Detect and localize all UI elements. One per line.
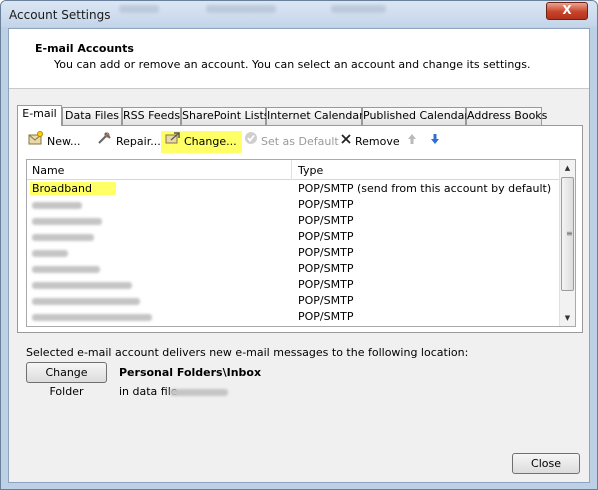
redacted-account-name [32, 234, 94, 241]
move-down-button[interactable] [430, 131, 443, 153]
account-name: Broadband [30, 182, 116, 195]
blurred-background [119, 5, 159, 13]
move-up-button[interactable] [407, 131, 420, 153]
arrow-up-icon [407, 131, 417, 153]
set-default-label: Set as Default [261, 135, 339, 148]
account-type: POP/SMTP (send from this account by defa… [298, 182, 552, 195]
table-row[interactable]: Broadband POP/SMTP (send from this accou… [27, 181, 561, 197]
grip-icon: ≡ [566, 229, 573, 238]
close-button[interactable]: Close [512, 453, 580, 474]
scroll-up-arrow-icon[interactable]: ▲ [560, 160, 575, 176]
scroll-down-arrow-icon[interactable]: ▼ [560, 310, 575, 326]
dialog-body: E-mail Accounts You can add or remove an… [8, 28, 590, 483]
redacted-account-name [32, 314, 152, 321]
change-settings-icon [165, 131, 181, 153]
repair-account-label: Repair... [116, 135, 161, 148]
delivery-folder: Personal Folders\Inbox [119, 366, 262, 379]
account-toolbar: New... Repair... Change... Set as Defaul… [18, 126, 582, 158]
redacted-account-name [32, 202, 82, 209]
set-default-button[interactable]: Set as Default [244, 131, 339, 153]
account-type: POP/SMTP [298, 214, 354, 227]
scrollbar-thumb[interactable]: ≡ [561, 177, 574, 291]
new-mail-icon [28, 131, 44, 153]
column-header-name[interactable]: Name [32, 164, 64, 177]
redacted-account-name [32, 250, 68, 257]
title-bar[interactable]: Account Settings X [1, 1, 597, 27]
redacted-data-file [170, 389, 228, 396]
header-description: You can add or remove an account. You ca… [54, 58, 531, 71]
account-settings-window: Account Settings X E-mail Accounts You c… [0, 0, 598, 490]
change-account-label: Change... [184, 135, 237, 148]
table-row[interactable]: POP/SMTP [27, 197, 561, 213]
repair-tools-icon [97, 131, 113, 153]
tab-address-books[interactable]: Address Books [466, 107, 547, 125]
blurred-background [206, 5, 276, 13]
window-close-button[interactable]: X [546, 2, 588, 20]
remove-x-icon [340, 131, 352, 153]
new-account-button[interactable]: New... [28, 131, 80, 153]
delivery-description: Selected e-mail account delivers new e-m… [26, 346, 469, 359]
redacted-account-name [32, 298, 140, 305]
remove-account-button[interactable]: Remove [340, 131, 400, 153]
repair-account-button[interactable]: Repair... [97, 131, 161, 153]
redacted-account-name [32, 218, 102, 225]
data-file-prefix: in data file [119, 385, 178, 398]
blurred-background [331, 5, 386, 13]
table-row[interactable]: POP/SMTP [27, 261, 561, 277]
email-tab-panel: New... Repair... Change... Set as Defaul… [17, 125, 583, 333]
account-type: POP/SMTP [298, 278, 354, 291]
change-account-button[interactable]: Change... [161, 131, 242, 153]
column-header-type[interactable]: Type [298, 164, 323, 177]
account-type: POP/SMTP [298, 262, 354, 275]
tab-rss-feeds[interactable]: RSS Feeds [122, 107, 181, 125]
header-title: E-mail Accounts [35, 42, 134, 55]
tab-sharepoint-lists[interactable]: SharePoint Lists [181, 107, 270, 125]
window-title: Account Settings [9, 8, 111, 22]
account-type: POP/SMTP [298, 294, 354, 307]
tab-published-calendars[interactable]: Published Calendars [362, 107, 475, 125]
tab-data-files[interactable]: Data Files [62, 107, 122, 125]
table-row[interactable]: POP/SMTP [27, 229, 561, 245]
column-divider[interactable] [291, 160, 292, 180]
change-folder-button[interactable]: Change Folder [26, 362, 107, 398]
account-type: POP/SMTP [298, 310, 354, 323]
table-row[interactable]: POP/SMTP [27, 309, 561, 325]
list-header: Name Type [27, 160, 561, 180]
arrow-down-icon [430, 131, 440, 153]
vertical-scrollbar[interactable]: ▲ ≡ ▼ [559, 160, 575, 326]
table-row[interactable]: POP/SMTP [27, 293, 561, 309]
account-type: POP/SMTP [298, 230, 354, 243]
account-type: POP/SMTP [298, 198, 354, 211]
new-account-label: New... [47, 135, 81, 148]
redacted-account-name [32, 282, 132, 289]
tab-internet-calendars[interactable]: Internet Calendars [266, 107, 369, 125]
table-row[interactable]: POP/SMTP [27, 245, 561, 261]
accounts-list[interactable]: Name Type Broadband POP/SMTP (send from … [26, 159, 576, 327]
tab-email[interactable]: E-mail [17, 105, 62, 126]
remove-account-label: Remove [355, 135, 400, 148]
table-row[interactable]: POP/SMTP [27, 277, 561, 293]
account-type: POP/SMTP [298, 246, 354, 259]
check-circle-icon [244, 131, 258, 153]
table-row[interactable]: POP/SMTP [27, 213, 561, 229]
redacted-account-name [32, 266, 100, 273]
dialog-header: E-mail Accounts You can add or remove an… [9, 29, 589, 89]
